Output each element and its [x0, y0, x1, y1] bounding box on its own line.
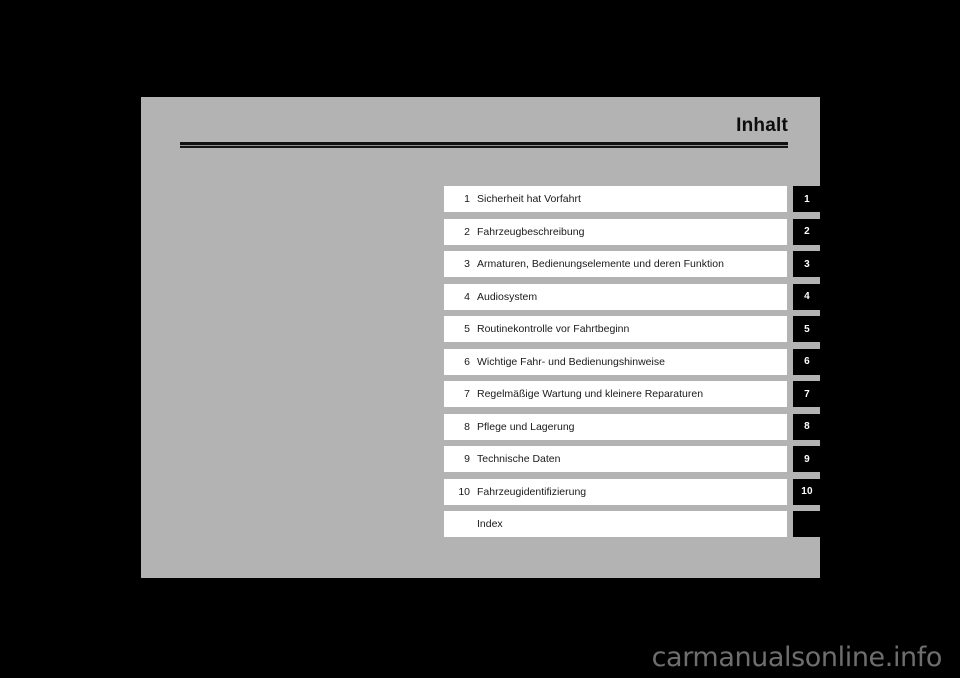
- toc-entry-number: 3: [464, 258, 470, 270]
- toc-entry-number: 9: [464, 453, 470, 465]
- toc-entry-number: 6: [464, 355, 470, 368]
- toc-entry-number: 1: [464, 193, 470, 205]
- toc-row[interactable]: 1 Sicherheit hat Vorfahrt 1: [444, 186, 821, 212]
- toc-entry-button[interactable]: 7 Regelmäßige Wartung und kleinere Repara…: [444, 381, 787, 407]
- chapter-tab-marker[interactable]: 7: [793, 381, 821, 407]
- toc-entry-number: 4: [464, 290, 470, 303]
- toc-entry-button[interactable]: 1 Sicherheit hat Vorfahrt: [444, 186, 787, 212]
- toc-entry-label: Fahrzeugidentifizierung: [477, 485, 587, 498]
- toc-row[interactable]: 6 Wichtige Fahr- und Bedienungshinweise 6: [444, 348, 821, 375]
- toc-entry-label: Regelmäßige Wartung und kleinere Reparat…: [477, 388, 704, 400]
- chapter-tab-marker[interactable]: 1: [793, 186, 821, 212]
- manual-page: Inhalt 1 Sicherheit hat Vorfahrt 1 2 Fahrzeu…: [141, 97, 821, 578]
- title-rule: [180, 142, 788, 149]
- watermark-text: carmanualsonline.info: [651, 641, 943, 673]
- toc-entry-button[interactable]: 9 Technische Daten: [444, 446, 787, 472]
- chapter-tab-marker[interactable]: 2: [793, 218, 821, 245]
- rule-thin-line: [180, 146, 788, 148]
- toc-entry-button[interactable]: 6 Wichtige Fahr- und Bedienungshinweise: [444, 348, 787, 375]
- toc-row[interactable]: 9 Technische Daten 9: [444, 446, 821, 472]
- toc-row[interactable]: 3 Armaturen, Bedienungselemente und deren…: [444, 251, 821, 277]
- chapter-tab-marker[interactable]: 4: [793, 283, 821, 310]
- chapter-tab-marker[interactable]: 5: [793, 316, 821, 342]
- toc-entry-button[interactable]: 4 Audiosystem: [444, 283, 787, 310]
- toc-entry-label: Routinekontrolle vor Fahrtbeginn: [477, 323, 630, 335]
- table-of-contents: 1 Sicherheit hat Vorfahrt 1 2 Fahrzeugbeschr…: [444, 186, 821, 544]
- toc-entry-button[interactable]: Index: [444, 511, 787, 537]
- toc-entry-number: 5: [464, 323, 470, 335]
- toc-entry-label: Sicherheit hat Vorfahrt: [477, 193, 581, 205]
- chapter-tab-marker[interactable]: 8: [793, 413, 821, 440]
- chapter-tab-marker[interactable]: 9: [793, 446, 821, 472]
- toc-entry-label: Index: [477, 518, 503, 530]
- toc-row[interactable]: 2 Fahrzeugbeschreibung 2: [444, 218, 821, 245]
- toc-row[interactable]: 4 Audiosystem 4: [444, 283, 821, 310]
- toc-entry-number: 7: [464, 388, 470, 400]
- watermark: carmanualsonline.info: [0, 636, 960, 678]
- toc-entry-label: Technische Daten: [477, 453, 561, 465]
- page-title: Inhalt: [736, 115, 788, 136]
- toc-entry-button[interactable]: 2 Fahrzeugbeschreibung: [444, 218, 787, 245]
- toc-entry-number: 2: [464, 225, 470, 238]
- chapter-tab-marker[interactable]: 6: [793, 348, 821, 375]
- toc-entry-button[interactable]: 5 Routinekontrolle vor Fahrtbeginn: [444, 316, 787, 342]
- toc-row[interactable]: Index: [444, 511, 821, 537]
- toc-entry-button[interactable]: 8 Pflege und Lagerung: [444, 413, 787, 440]
- toc-row[interactable]: 10 Fahrzeugidentifizierung 10: [444, 478, 821, 505]
- chapter-tab-marker[interactable]: 10: [793, 478, 821, 505]
- toc-row[interactable]: 5 Routinekontrolle vor Fahrtbeginn 5: [444, 316, 821, 342]
- toc-entry-number: 10: [458, 485, 470, 498]
- toc-row[interactable]: 7 Regelmäßige Wartung und kleinere Repara…: [444, 381, 821, 407]
- toc-entry-label: Fahrzeugbeschreibung: [477, 225, 585, 238]
- page-header: Inhalt: [180, 115, 788, 161]
- toc-entry-label: Audiosystem: [477, 290, 538, 303]
- toc-entry-button[interactable]: 10 Fahrzeugidentifizierung: [444, 478, 787, 505]
- toc-entry-label: Wichtige Fahr- und Bedienungshinweise: [477, 355, 665, 368]
- chapter-tab-marker[interactable]: 3: [793, 251, 821, 277]
- toc-entry-label: Pflege und Lagerung: [477, 420, 575, 433]
- toc-entry-button[interactable]: 3 Armaturen, Bedienungselemente und deren…: [444, 251, 787, 277]
- toc-row[interactable]: 8 Pflege und Lagerung 8: [444, 413, 821, 440]
- toc-entry-label: Armaturen, Bedienungselemente und deren …: [477, 258, 724, 270]
- chapter-tab-marker[interactable]: [793, 511, 821, 537]
- toc-entry-number: 8: [464, 420, 470, 433]
